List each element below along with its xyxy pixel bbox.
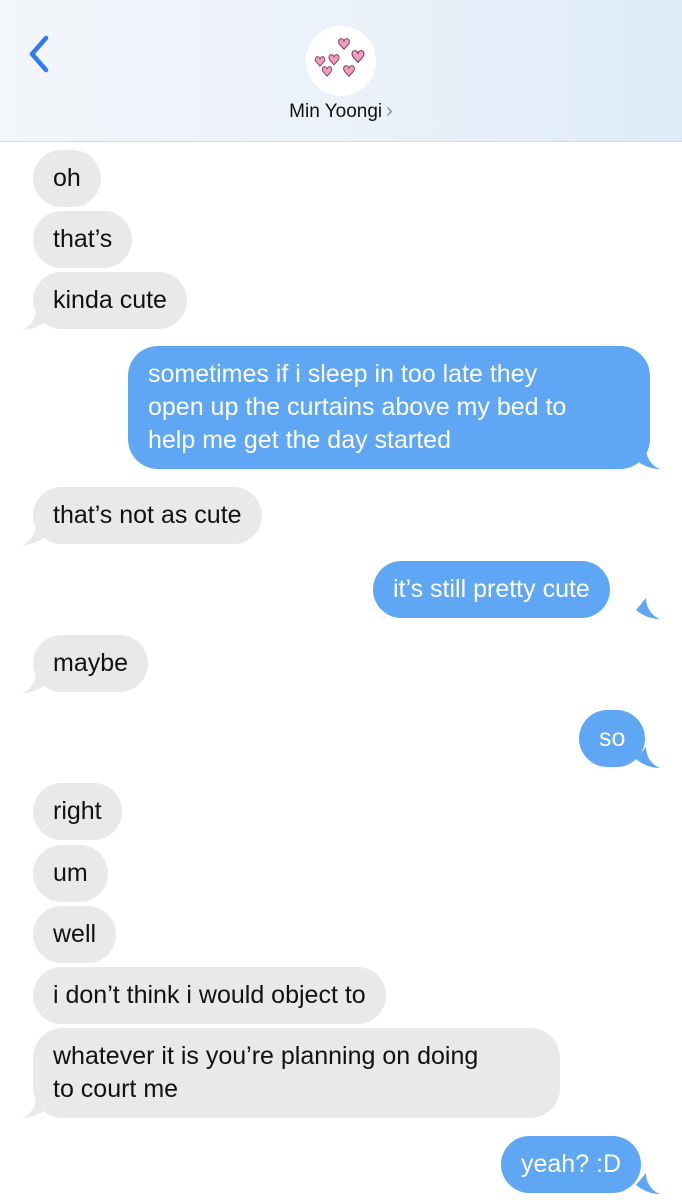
- message-line: help me get the day started: [148, 426, 451, 454]
- incoming-message[interactable]: that’s: [33, 211, 133, 268]
- message-line: whatever it is you’re planning on doing: [53, 1042, 479, 1070]
- incoming-message[interactable]: that’s not as cute: [33, 487, 262, 544]
- message-line: open up the curtains above my bed to: [148, 393, 567, 421]
- bubble-tail: [22, 672, 46, 693]
- bubble-tail: [22, 524, 46, 545]
- bubble-tail: [636, 448, 660, 469]
- contact-name-button[interactable]: Min Yoongi ›: [0, 100, 682, 123]
- incoming-message[interactable]: i don’t think i would object to: [33, 967, 386, 1024]
- incoming-message[interactable]: well: [33, 906, 117, 963]
- incoming-message[interactable]: kinda cute: [33, 272, 187, 329]
- chevron-right-icon: ›: [386, 100, 393, 122]
- bubble-tail: [636, 747, 660, 768]
- contact-name: Min Yoongi: [289, 101, 383, 122]
- outgoing-message[interactable]: it’s still pretty cute: [373, 561, 610, 618]
- bubble-tail: [636, 598, 660, 619]
- incoming-message[interactable]: right: [33, 783, 122, 840]
- conversation-header: Min Yoongi ›: [0, 0, 682, 142]
- avatar[interactable]: [306, 26, 376, 96]
- bubble-tail: [22, 309, 46, 330]
- outgoing-message[interactable]: sometimes if i sleep in too late they op…: [128, 346, 650, 469]
- hearts-icon: [314, 38, 365, 78]
- chevron-left-icon[interactable]: [22, 30, 58, 78]
- incoming-message[interactable]: whatever it is you’re planning on doing …: [33, 1028, 560, 1118]
- bubble-tail: [22, 1097, 46, 1118]
- outgoing-message[interactable]: yeah? :D: [501, 1136, 642, 1193]
- bubble-tail: [636, 1173, 660, 1194]
- incoming-message[interactable]: maybe: [33, 635, 149, 692]
- message-line: sometimes if i sleep in too late they: [148, 360, 538, 388]
- message-line: to court me: [53, 1075, 179, 1103]
- incoming-message[interactable]: oh: [33, 150, 101, 207]
- incoming-message[interactable]: um: [33, 845, 108, 902]
